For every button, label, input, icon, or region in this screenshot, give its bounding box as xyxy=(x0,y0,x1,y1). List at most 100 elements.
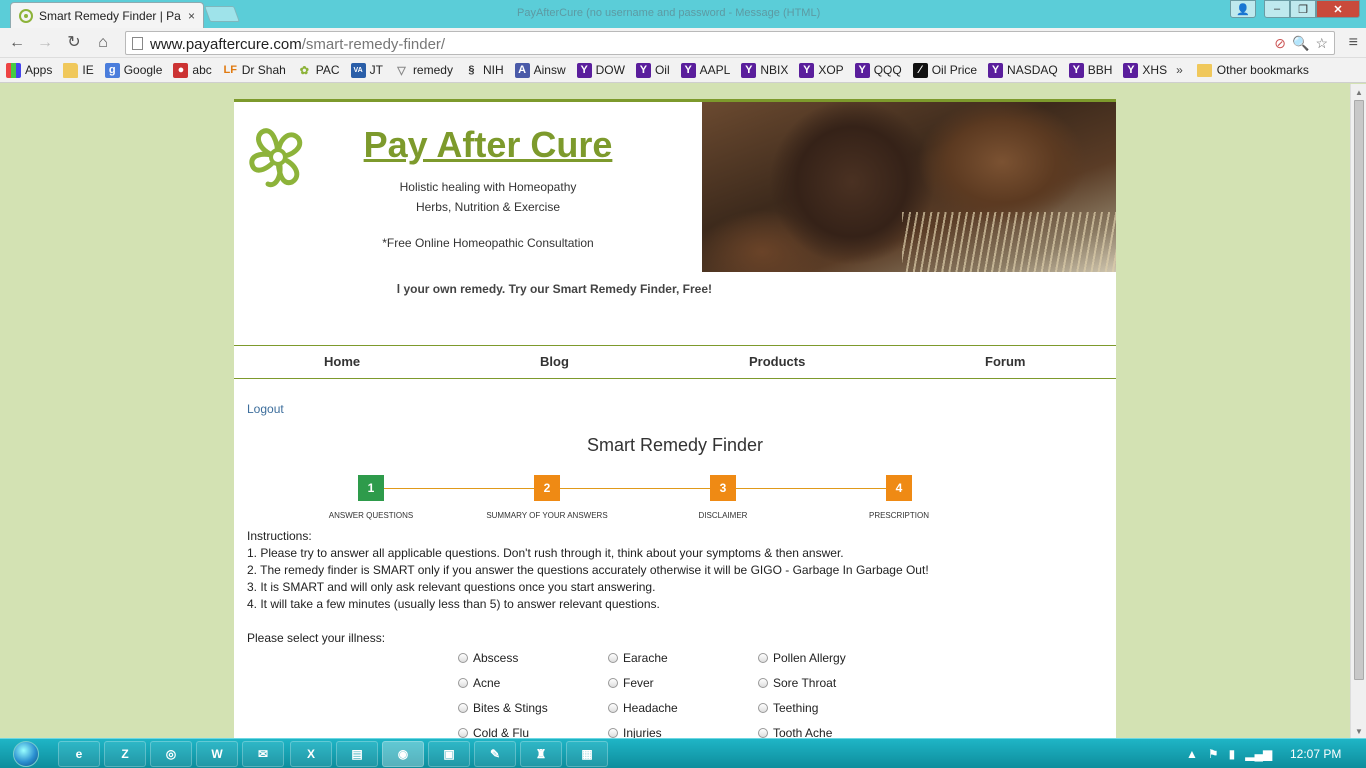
url-text[interactable]: www.payaftercure.com/smart-remedy-finder… xyxy=(150,36,445,53)
browser-toolbar: ← → ↻ ⌂ www.payaftercure.com/smart-remed… xyxy=(0,28,1366,58)
illness-option[interactable]: Sore Throat xyxy=(758,676,846,701)
radio-button[interactable] xyxy=(758,678,768,688)
file-explorer-icon[interactable]: ▤ xyxy=(336,741,378,767)
back-arrow-icon[interactable]: ← xyxy=(6,33,28,53)
bookmark-jt[interactable]: VA JT xyxy=(350,62,383,78)
yahoo-icon: Y xyxy=(576,62,592,78)
tab-close-icon[interactable]: × xyxy=(188,9,195,23)
start-button[interactable] xyxy=(8,739,44,768)
restore-button[interactable]: ❐ xyxy=(1290,0,1316,18)
illness-option[interactable]: Earache xyxy=(608,651,678,676)
user-icon[interactable]: 👤 xyxy=(1230,0,1256,18)
site-title-link[interactable]: Pay After Cure xyxy=(234,124,742,166)
bookmark-xhs[interactable]: Y XHS xyxy=(1123,62,1167,78)
chrome-icon[interactable]: ◉ xyxy=(382,741,424,767)
action-center-flag-icon[interactable]: ⚑ xyxy=(1208,747,1219,761)
illness-option[interactable]: Pollen Allergy xyxy=(758,651,846,676)
illness-option[interactable]: Fever xyxy=(608,676,678,701)
radio-button[interactable] xyxy=(608,653,618,663)
illness-option[interactable]: Tooth Ache xyxy=(758,726,846,738)
instruction-3: 3. It is SMART and will only ask relevan… xyxy=(247,580,656,594)
radio-button[interactable] xyxy=(608,728,618,738)
tagline-herbs: Herbs, Nutrition & Exercise xyxy=(415,200,561,214)
bookmark-nih[interactable]: § NIH xyxy=(464,63,503,78)
illness-option[interactable]: Headache xyxy=(608,701,678,726)
bookmark-oil-price[interactable]: ⁄ Oil Price xyxy=(912,62,977,78)
network-app-icon[interactable]: ◎ xyxy=(150,741,192,767)
bookmark-ie[interactable]: IE xyxy=(63,62,94,78)
scrollbar-thumb[interactable] xyxy=(1354,100,1364,680)
logout-link[interactable]: Logout xyxy=(247,402,284,416)
new-tab-button[interactable] xyxy=(204,6,240,22)
outlook-icon[interactable]: ✉ xyxy=(242,741,284,767)
illness-option[interactable]: Bites & Stings xyxy=(458,701,548,726)
illness-option[interactable]: Cold & Flu xyxy=(458,726,548,738)
illness-option[interactable]: Injuries xyxy=(608,726,678,738)
utility-app-icon[interactable]: ♜ xyxy=(520,741,562,767)
scroll-down-arrow-icon[interactable]: ▼ xyxy=(1355,727,1363,736)
radio-button[interactable] xyxy=(608,703,618,713)
illness-option[interactable]: Acne xyxy=(458,676,548,701)
signal-strength-icon[interactable]: ▂▄▆ xyxy=(1245,747,1272,761)
nav-blog[interactable]: Blog xyxy=(540,354,569,369)
other-bookmarks[interactable]: Other bookmarks xyxy=(1196,63,1309,77)
word-icon[interactable]: W xyxy=(196,741,238,767)
reload-icon[interactable]: ↻ xyxy=(63,33,85,53)
radio-button[interactable] xyxy=(758,703,768,713)
bookmark-google[interactable]: g Google xyxy=(104,62,162,78)
internet-explorer-icon[interactable]: e xyxy=(58,741,100,767)
radio-button[interactable] xyxy=(758,728,768,738)
folder-icon xyxy=(1196,63,1212,77)
bookmark-nasdaq[interactable]: Y NASDAQ xyxy=(988,62,1058,78)
chrome-menu-icon[interactable]: ≡ xyxy=(1349,34,1358,52)
nav-home[interactable]: Home xyxy=(324,354,360,369)
power-icon[interactable]: ▮ xyxy=(1229,747,1236,761)
page-scrollbar[interactable]: ▲ ▼ xyxy=(1350,84,1366,738)
yahoo-icon: Y xyxy=(635,62,651,78)
bookmark-ainsw[interactable]: A Ainsw xyxy=(514,62,566,78)
bookmark-pac[interactable]: ✿ PAC xyxy=(297,63,340,78)
nav-forum[interactable]: Forum xyxy=(985,354,1025,369)
home-icon[interactable]: ⌂ xyxy=(92,33,114,53)
bookmark-nbix[interactable]: Y NBIX xyxy=(741,62,788,78)
address-bar[interactable]: www.payaftercure.com/smart-remedy-finder… xyxy=(125,31,1335,55)
radio-button[interactable] xyxy=(458,678,468,688)
scroll-up-arrow-icon[interactable]: ▲ xyxy=(1355,88,1363,97)
paint-app-icon[interactable]: ✎ xyxy=(474,741,516,767)
illness-option[interactable]: Teething xyxy=(758,701,846,726)
illness-option[interactable]: Abscess xyxy=(458,651,548,676)
step-3-badge: 3 xyxy=(710,475,736,501)
stock-chart-app-icon[interactable]: Z xyxy=(104,741,146,767)
minimize-button[interactable]: – xyxy=(1264,0,1290,18)
bookmark-dow[interactable]: Y DOW xyxy=(576,62,625,78)
bookmark-xop[interactable]: Y XOP xyxy=(799,62,844,78)
page-viewport: Pay After Cure Holistic healing with Hom… xyxy=(0,84,1350,738)
radio-button[interactable] xyxy=(458,703,468,713)
bookmarks-overflow-chevron[interactable]: » xyxy=(1176,63,1183,77)
bookmark-oil[interactable]: Y Oil xyxy=(635,62,670,78)
nav-products[interactable]: Products xyxy=(749,354,805,369)
reader-app-icon[interactable]: ▣ xyxy=(428,741,470,767)
bookmark-star-icon[interactable]: ☆ xyxy=(1315,35,1328,52)
office-app-icon[interactable]: ▦ xyxy=(566,741,608,767)
radio-button[interactable] xyxy=(458,653,468,663)
forward-arrow-icon[interactable]: → xyxy=(34,33,56,53)
excel-icon[interactable]: X xyxy=(290,741,332,767)
radio-button[interactable] xyxy=(758,653,768,663)
bookmark-remedy[interactable]: ▽ remedy xyxy=(394,63,453,78)
bookmark-apps[interactable]: Apps xyxy=(6,62,52,78)
bookmark-abc[interactable]: ● abc xyxy=(173,62,212,78)
bookmark-aapl[interactable]: Y AAPL xyxy=(680,62,730,78)
blocked-content-icon[interactable]: ⊘ xyxy=(1274,35,1286,52)
bookmark-bbh[interactable]: Y BBH xyxy=(1068,62,1112,78)
show-hidden-icons-icon[interactable]: ▲ xyxy=(1186,747,1198,761)
instructions-heading: Instructions: xyxy=(247,529,312,543)
radio-button[interactable] xyxy=(458,728,468,738)
radio-button[interactable] xyxy=(608,678,618,688)
zoom-icon[interactable]: 🔍 xyxy=(1292,35,1309,52)
bookmark-dr-shah[interactable]: LF Dr Shah xyxy=(223,63,286,78)
taskbar-clock[interactable]: 12:07 PM xyxy=(1290,747,1341,761)
close-window-button[interactable]: ✕ xyxy=(1316,0,1360,18)
bookmark-qqq[interactable]: Y QQQ xyxy=(854,62,902,78)
browser-tab[interactable]: Smart Remedy Finder | Pa × xyxy=(10,2,204,28)
